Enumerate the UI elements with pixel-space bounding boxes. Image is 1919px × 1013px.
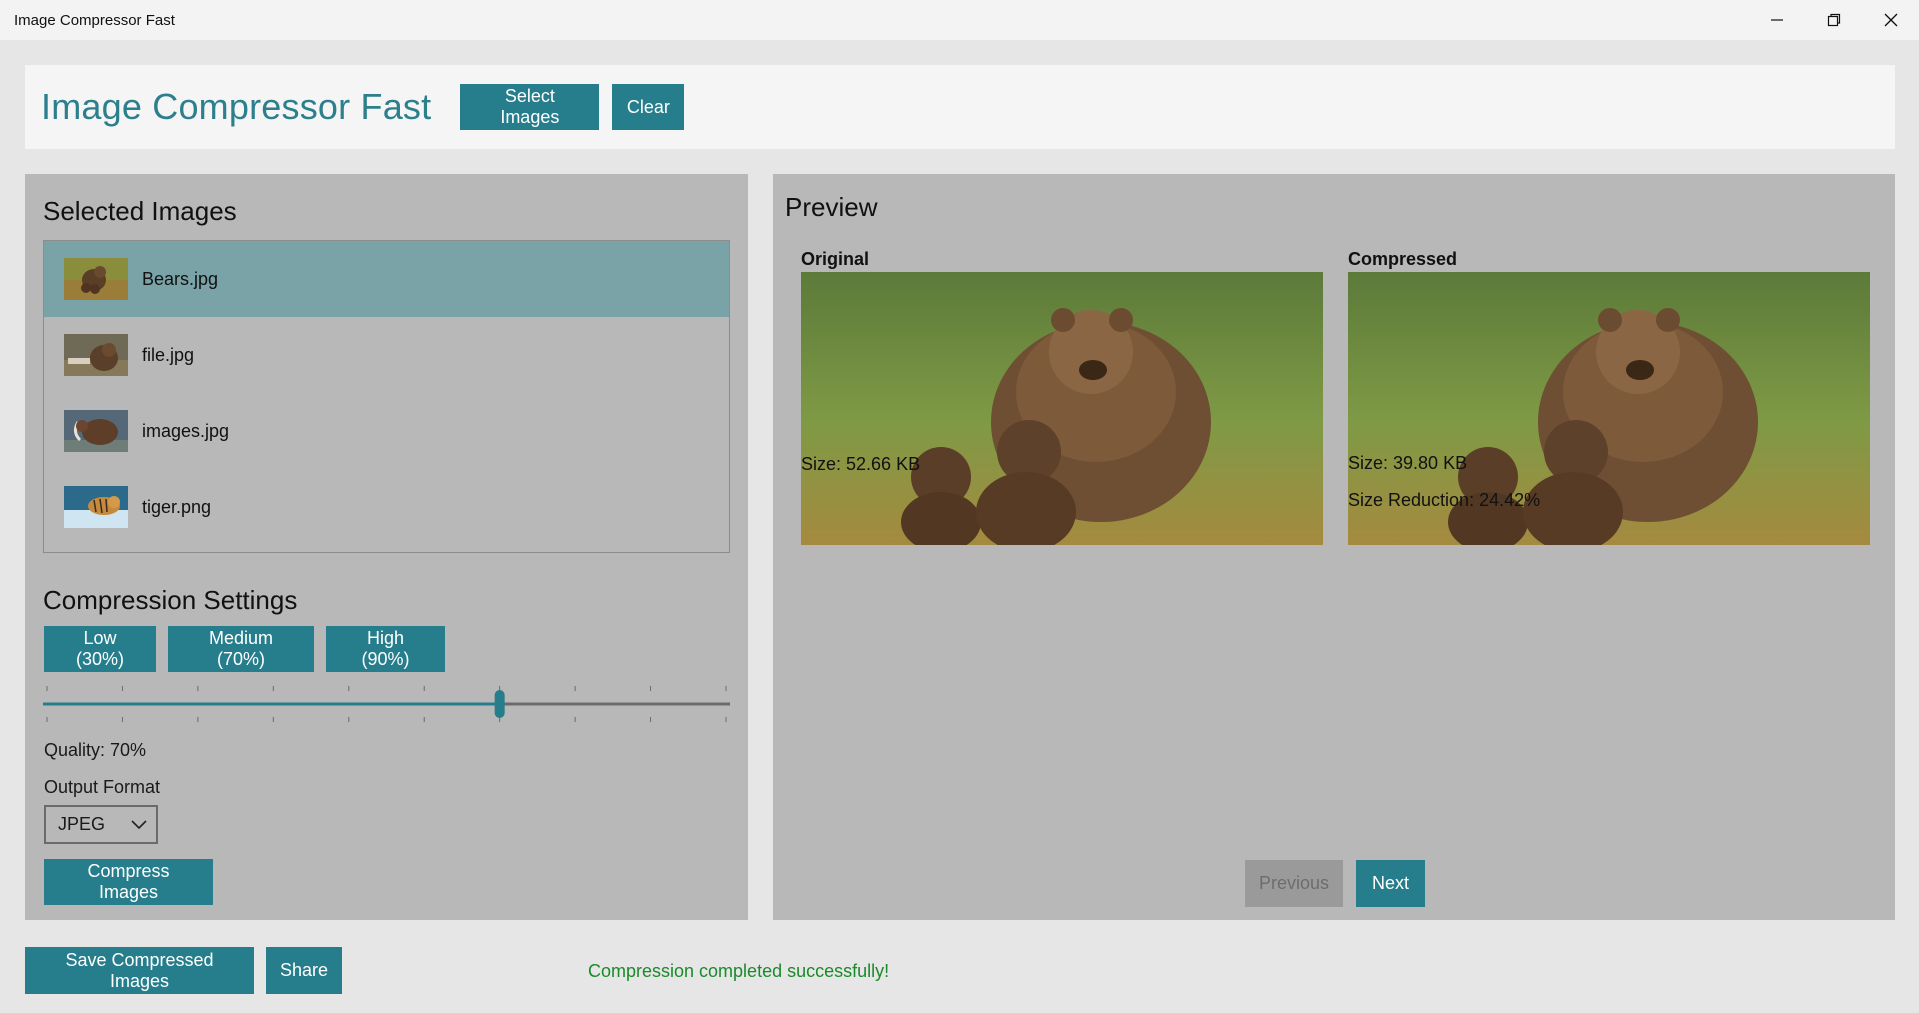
app-title: Image Compressor Fast — [41, 86, 432, 127]
preset-medium-button[interactable]: Medium (70%) — [168, 626, 314, 672]
status-message: Compression completed successfully! — [588, 961, 890, 981]
list-item[interactable]: Bears.jpg — [44, 241, 729, 317]
bear-thumbnail-icon — [64, 334, 128, 376]
original-size: Size: 52.66 KB — [801, 454, 921, 474]
tiger-thumbnail-icon — [64, 486, 128, 528]
list-item[interactable]: file.jpg — [44, 317, 729, 393]
bears-thumbnail-icon — [64, 258, 128, 300]
next-button[interactable]: Next — [1356, 860, 1425, 907]
output-format-value: JPEG — [58, 814, 106, 834]
app-header: Image Compressor Fast Select Images Clea… — [25, 65, 1895, 149]
preset-high-button[interactable]: High (90%) — [326, 626, 445, 672]
slider-thumb[interactable] — [494, 690, 505, 718]
list-item[interactable]: tiger.png — [44, 469, 729, 545]
window-controls — [1748, 0, 1919, 40]
preview-title: Preview — [785, 192, 878, 222]
compressed-label: Compressed — [1348, 249, 1458, 269]
share-button[interactable]: Share — [266, 947, 342, 994]
previous-button[interactable]: Previous — [1245, 860, 1343, 907]
size-reduction: Size Reduction: 24.42% — [1348, 490, 1541, 510]
save-compressed-images-button[interactable]: Save Compressed Images — [25, 947, 254, 994]
output-format-select[interactable]: JPEG — [44, 805, 158, 844]
compression-settings-title: Compression Settings — [43, 585, 298, 615]
image-filename: Bears.jpg — [142, 268, 219, 289]
restore-icon[interactable] — [1805, 0, 1862, 40]
list-item[interactable]: images.jpg — [44, 393, 729, 469]
compressed-size: Size: 39.80 KB — [1348, 453, 1468, 473]
quality-slider[interactable] — [43, 682, 730, 722]
original-label: Original — [801, 249, 870, 269]
minimize-icon[interactable] — [1748, 0, 1805, 40]
original-preview-image — [801, 272, 1323, 545]
selected-images-title: Selected Images — [43, 196, 237, 226]
output-format-label: Output Format — [44, 777, 161, 797]
clear-button[interactable]: Clear — [612, 84, 685, 130]
compress-images-button[interactable]: Compress Images — [44, 859, 213, 905]
title-bar: Image Compressor Fast — [0, 0, 1919, 40]
image-filename: tiger.png — [142, 496, 212, 517]
image-filename: file.jpg — [142, 344, 195, 365]
preset-low-button[interactable]: Low (30%) — [44, 626, 156, 672]
preview-panel: Preview Original Size: 52.66 KB Compress… — [773, 174, 1895, 920]
chevron-down-icon — [131, 819, 147, 829]
select-images-button[interactable]: Select Images — [460, 84, 600, 130]
slider-track — [43, 686, 730, 722]
window-title: Image Compressor Fast — [14, 11, 175, 29]
image-filename: images.jpg — [142, 420, 230, 441]
quality-label: Quality: 70% — [44, 740, 147, 760]
image-list: Bears.jpg file.jpg images.jpg tiger.png — [43, 240, 730, 553]
close-icon[interactable] — [1862, 0, 1919, 40]
settings-panel: Selected Images Bears.jpg file.jpg image… — [25, 174, 748, 920]
mammoth-thumbnail-icon — [64, 410, 128, 452]
